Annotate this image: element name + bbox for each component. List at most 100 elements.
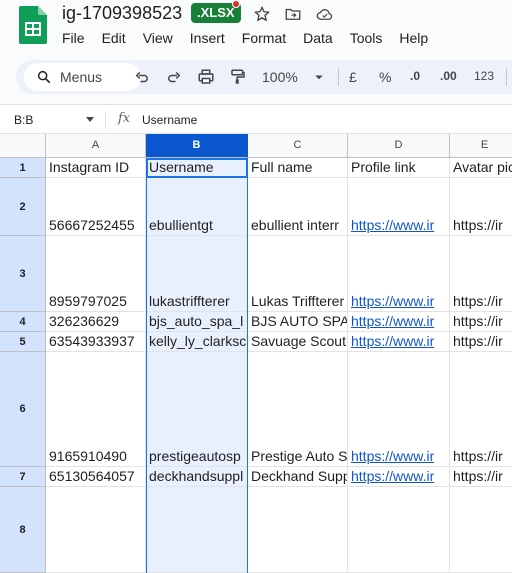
- paint-format-icon[interactable]: [229, 68, 247, 86]
- cell-c4[interactable]: BJS AUTO SPA L: [248, 312, 348, 332]
- cell-b4[interactable]: bjs_auto_spa_l: [146, 312, 248, 332]
- cell-c6[interactable]: Prestige Auto S: [248, 352, 348, 467]
- undo-icon[interactable]: [133, 68, 151, 86]
- zoom-select[interactable]: 100%: [262, 69, 298, 85]
- cell-b2[interactable]: ebullientgt: [146, 178, 248, 236]
- cell-text: https://ir: [453, 313, 503, 329]
- notification-dot: [232, 0, 240, 8]
- cell-text: Username: [149, 159, 214, 175]
- menu-format[interactable]: Format: [242, 30, 293, 46]
- column-header-d[interactable]: D: [348, 134, 450, 158]
- more-formats-button[interactable]: 123: [474, 69, 494, 83]
- row-header-1[interactable]: 1: [0, 158, 46, 178]
- cell-a6[interactable]: 9165910490: [46, 352, 146, 467]
- chevron-down-icon[interactable]: [310, 68, 328, 86]
- name-box-dropdown-icon[interactable]: [86, 117, 94, 122]
- cell-c3[interactable]: Lukas Triffterer: [248, 236, 348, 312]
- profile-link[interactable]: https://www.ir: [351, 313, 434, 329]
- cell-a4[interactable]: 326236629: [46, 312, 146, 332]
- cell-d3[interactable]: https://www.ir: [348, 236, 450, 312]
- row-header-2[interactable]: 2: [0, 178, 46, 236]
- cell-text: prestigeautosp: [149, 448, 241, 464]
- cell-d2[interactable]: https://www.ir: [348, 178, 450, 236]
- cell-d5[interactable]: https://www.ir: [348, 332, 450, 352]
- profile-link[interactable]: https://www.ir: [351, 468, 434, 484]
- cloud-saved-icon[interactable]: [316, 5, 334, 23]
- cell-text: 8959797025: [49, 293, 127, 309]
- row-header-6[interactable]: 6: [0, 352, 46, 467]
- move-to-folder-icon[interactable]: [284, 5, 302, 23]
- decrease-decimal-button[interactable]: .0: [410, 69, 420, 83]
- menu-file[interactable]: File: [62, 30, 92, 46]
- menu-view[interactable]: View: [143, 30, 180, 46]
- row-header-8[interactable]: 8: [0, 487, 46, 573]
- cell-b8[interactable]: [146, 487, 248, 573]
- cell-e7[interactable]: https://ir: [450, 467, 512, 487]
- column-header-b[interactable]: B: [146, 134, 248, 158]
- menu-edit[interactable]: Edit: [102, 30, 133, 46]
- row-header-7[interactable]: 7: [0, 467, 46, 487]
- profile-link[interactable]: https://www.ir: [351, 448, 434, 464]
- cell-e4[interactable]: https://ir: [450, 312, 512, 332]
- column-header-a[interactable]: A: [46, 134, 146, 158]
- column-header-e[interactable]: E: [450, 134, 512, 158]
- profile-link[interactable]: https://www.ir: [351, 293, 434, 309]
- cell-e8[interactable]: [450, 487, 512, 573]
- search-menus-button[interactable]: Menus: [24, 63, 141, 91]
- cell-a1[interactable]: Instagram ID: [46, 158, 146, 178]
- cell-b3[interactable]: lukastriffterer: [146, 236, 248, 312]
- cell-text: https://ir: [453, 468, 503, 484]
- cell-d4[interactable]: https://www.ir: [348, 312, 450, 332]
- cell-e6[interactable]: https://ir: [450, 352, 512, 467]
- cell-a8[interactable]: [46, 487, 146, 573]
- menu-insert[interactable]: Insert: [190, 30, 232, 46]
- cell-e3[interactable]: https://ir: [450, 236, 512, 312]
- cell-d6[interactable]: https://www.ir: [348, 352, 450, 467]
- cell-text: Full name: [251, 159, 313, 175]
- cell-e5[interactable]: https://ir: [450, 332, 512, 352]
- cell-b6[interactable]: prestigeautosp: [146, 352, 248, 467]
- cell-c1[interactable]: Full name: [248, 158, 348, 178]
- formula-input[interactable]: Username: [142, 113, 197, 127]
- cell-c2[interactable]: ebullient interr: [248, 178, 348, 236]
- cell-text: https://ir: [453, 293, 503, 309]
- increase-decimal-button[interactable]: .00: [440, 69, 457, 83]
- sheets-logo-icon[interactable]: [19, 6, 47, 44]
- cell-c5[interactable]: Savuage Scout: [248, 332, 348, 352]
- format-currency-button[interactable]: £: [349, 69, 357, 85]
- star-icon[interactable]: [253, 5, 271, 23]
- cell-text: 9165910490: [49, 448, 127, 464]
- cell-a3[interactable]: 8959797025: [46, 236, 146, 312]
- print-icon[interactable]: [197, 68, 215, 86]
- cell-a2[interactable]: 56667252455: [46, 178, 146, 236]
- cell-c7[interactable]: Deckhand Supp: [248, 467, 348, 487]
- cell-e2[interactable]: https://ir: [450, 178, 512, 236]
- cell-d1[interactable]: Profile link: [348, 158, 450, 178]
- format-percent-button[interactable]: %: [379, 69, 391, 85]
- profile-link[interactable]: https://www.ir: [351, 217, 434, 233]
- redo-icon[interactable]: [165, 68, 183, 86]
- menu-tools[interactable]: Tools: [350, 30, 390, 46]
- row-header-4[interactable]: 4: [0, 312, 46, 332]
- cell-a5[interactable]: 63543933937: [46, 332, 146, 352]
- cell-text: Profile link: [351, 159, 416, 175]
- cell-b1[interactable]: Username: [146, 158, 248, 178]
- cell-e1[interactable]: Avatar pic: [450, 158, 512, 178]
- cell-b5[interactable]: kelly_ly_clarksc: [146, 332, 248, 352]
- cell-b7[interactable]: deckhandsuppl: [146, 467, 248, 487]
- cell-c8[interactable]: [248, 487, 348, 573]
- document-title[interactable]: ig-1709398523: [62, 3, 182, 24]
- profile-link[interactable]: https://www.ir: [351, 333, 434, 349]
- menu-data[interactable]: Data: [303, 30, 340, 46]
- cell-d7[interactable]: https://www.ir: [348, 467, 450, 487]
- row-header-3[interactable]: 3: [0, 236, 46, 312]
- cell-d8[interactable]: [348, 487, 450, 573]
- spreadsheet-grid[interactable]: A B C D E 1 Instagram ID Username Full name Profi…: [0, 134, 512, 573]
- select-all-corner[interactable]: [0, 134, 46, 158]
- row-header-5[interactable]: 5: [0, 332, 46, 352]
- menu-help[interactable]: Help: [399, 30, 435, 46]
- cell-a7[interactable]: 65130564057: [46, 467, 146, 487]
- formula-bar: B:B fx Username: [0, 104, 512, 134]
- column-header-c[interactable]: C: [248, 134, 348, 158]
- name-box[interactable]: B:B: [14, 113, 33, 127]
